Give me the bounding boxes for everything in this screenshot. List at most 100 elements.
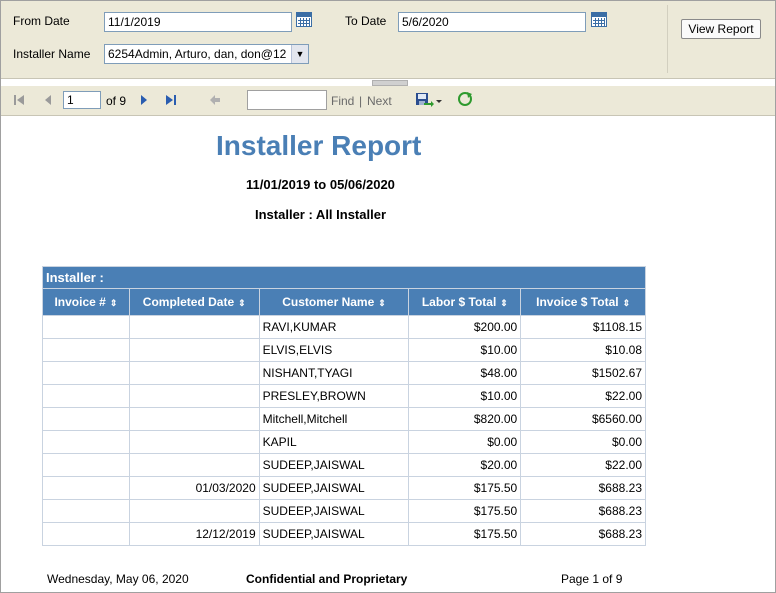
customer-name-cell: PRESLEY,BROWN: [258, 384, 410, 408]
column-header-label: Completed Date: [142, 295, 235, 309]
column-header[interactable]: Customer Name ⇕: [258, 288, 410, 316]
to-date-input[interactable]: [398, 12, 586, 32]
invoice-cell: [42, 476, 130, 500]
report-title: Installer Report: [216, 130, 422, 161]
installer-name-value: 6254Admin, Arturo, dan, don@12: [108, 47, 287, 61]
report-installer-line: Installer : All Installer: [255, 207, 387, 222]
invoice-cell: [42, 384, 130, 408]
invoice-cell: [42, 407, 130, 431]
export-save-icon[interactable]: [415, 91, 443, 109]
labor-total-cell: $20.00: [408, 453, 522, 477]
view-report-button[interactable]: View Report: [681, 19, 761, 39]
page-count: of 9: [106, 94, 127, 108]
refresh-icon[interactable]: [457, 91, 473, 107]
find-input[interactable]: [247, 90, 327, 110]
find-separator: |: [359, 94, 363, 108]
invoice-total-cell: $6560.00: [520, 407, 646, 431]
completed-date-cell: 12/12/2019: [128, 522, 260, 546]
column-header[interactable]: Completed Date ⇕: [128, 288, 260, 316]
report-toolbar: of 9 Find | Next: [1, 86, 775, 116]
column-header-label: Labor $ Total: [421, 295, 497, 309]
next-page-icon[interactable]: [139, 94, 149, 106]
completed-date-cell: [128, 384, 260, 408]
labor-total-cell: $200.00: [408, 315, 522, 339]
column-header-label: Invoice #: [54, 295, 106, 309]
invoice-total-cell: $1108.15: [520, 315, 646, 339]
invoice-total-cell: $1502.67: [520, 361, 646, 385]
installer-name-label: Installer Name: [13, 47, 91, 61]
column-header-label: Customer Name: [282, 295, 375, 309]
from-date-label: From Date: [13, 14, 70, 28]
invoice-total-cell: $10.08: [520, 338, 646, 362]
invoice-cell: [42, 315, 130, 339]
invoice-cell: [42, 338, 130, 362]
find-link[interactable]: Find: [331, 94, 354, 108]
customer-name-cell: SUDEEP,JAISWAL: [258, 476, 410, 500]
completed-date-cell: [128, 338, 260, 362]
invoice-total-cell: $22.00: [520, 453, 646, 477]
table-row: Mitchell,Mitchell $820.00 $6560.00: [42, 407, 646, 431]
chevron-down-icon[interactable]: ▼: [291, 45, 308, 63]
invoice-cell: [42, 522, 130, 546]
column-header[interactable]: Labor $ Total ⇕: [408, 288, 522, 316]
customer-name-cell: ELVIS,ELVIS: [258, 338, 410, 362]
footer-page: Page 1 of 9: [561, 572, 623, 586]
column-header-label: Invoice $ Total: [536, 295, 619, 309]
sort-icon[interactable]: ⇕: [500, 298, 508, 308]
sort-icon[interactable]: ⇕: [238, 298, 246, 308]
sort-icon[interactable]: ⇕: [623, 298, 631, 308]
report-date-range: 11/01/2019 to 05/06/2020: [246, 177, 395, 192]
table-row: KAPIL $0.00 $0.00: [42, 430, 646, 454]
labor-total-cell: $10.00: [408, 384, 522, 408]
invoice-cell: [42, 453, 130, 477]
calendar-icon[interactable]: [591, 12, 607, 27]
customer-name-cell: SUDEEP,JAISWAL: [258, 453, 410, 477]
parameter-panel: From Date To Date Installer Name 6254Adm…: [1, 1, 775, 79]
column-header[interactable]: Invoice # ⇕: [42, 288, 130, 316]
group-header: Installer :: [42, 266, 646, 289]
customer-name-cell: RAVI,KUMAR: [258, 315, 410, 339]
table-row: SUDEEP,JAISWAL $20.00 $22.00: [42, 453, 646, 477]
calendar-icon[interactable]: [296, 12, 312, 27]
labor-total-cell: $175.50: [408, 476, 522, 500]
labor-total-cell: $820.00: [408, 407, 522, 431]
completed-date-cell: [128, 407, 260, 431]
completed-date-cell: 01/03/2020: [128, 476, 260, 500]
footer-date: Wednesday, May 06, 2020: [47, 572, 189, 586]
labor-total-cell: $10.00: [408, 338, 522, 362]
page-number-input[interactable]: [63, 91, 101, 109]
completed-date-cell: [128, 361, 260, 385]
labor-total-cell: $0.00: [408, 430, 522, 454]
customer-name-cell: NISHANT,TYAGI: [258, 361, 410, 385]
to-date-label: To Date: [345, 14, 387, 28]
table-row: 01/03/2020 SUDEEP,JAISWAL $175.50 $688.23: [42, 476, 646, 500]
from-date-input[interactable]: [104, 12, 292, 32]
back-icon[interactable]: [209, 94, 221, 106]
customer-name-cell: KAPIL: [258, 430, 410, 454]
invoice-cell: [42, 361, 130, 385]
labor-total-cell: $48.00: [408, 361, 522, 385]
customer-name-cell: SUDEEP,JAISWAL: [258, 522, 410, 546]
invoice-total-cell: $688.23: [520, 476, 646, 500]
table-row: SUDEEP,JAISWAL $175.50 $688.23: [42, 499, 646, 523]
invoice-cell: [42, 499, 130, 523]
completed-date-cell: [128, 453, 260, 477]
installer-report-table: Installer : Invoice # ⇕ Completed Date ⇕ Cus…: [42, 266, 646, 546]
customer-name-cell: SUDEEP,JAISWAL: [258, 499, 410, 523]
table-row: PRESLEY,BROWN $10.00 $22.00: [42, 384, 646, 408]
first-page-icon[interactable]: [13, 94, 25, 106]
table-row: ELVIS,ELVIS $10.00 $10.08: [42, 338, 646, 362]
installer-name-select[interactable]: 6254Admin, Arturo, dan, don@12 ▼: [104, 44, 309, 64]
next-link[interactable]: Next: [367, 94, 392, 108]
completed-date-cell: [128, 430, 260, 454]
invoice-cell: [42, 430, 130, 454]
previous-page-icon[interactable]: [43, 94, 53, 106]
labor-total-cell: $175.50: [408, 522, 522, 546]
customer-name-cell: Mitchell,Mitchell: [258, 407, 410, 431]
last-page-icon[interactable]: [165, 94, 177, 106]
column-header[interactable]: Invoice $ Total ⇕: [520, 288, 646, 316]
sort-icon[interactable]: ⇕: [110, 298, 118, 308]
sort-icon[interactable]: ⇕: [378, 298, 386, 308]
table-row: NISHANT,TYAGI $48.00 $1502.67: [42, 361, 646, 385]
completed-date-cell: [128, 499, 260, 523]
